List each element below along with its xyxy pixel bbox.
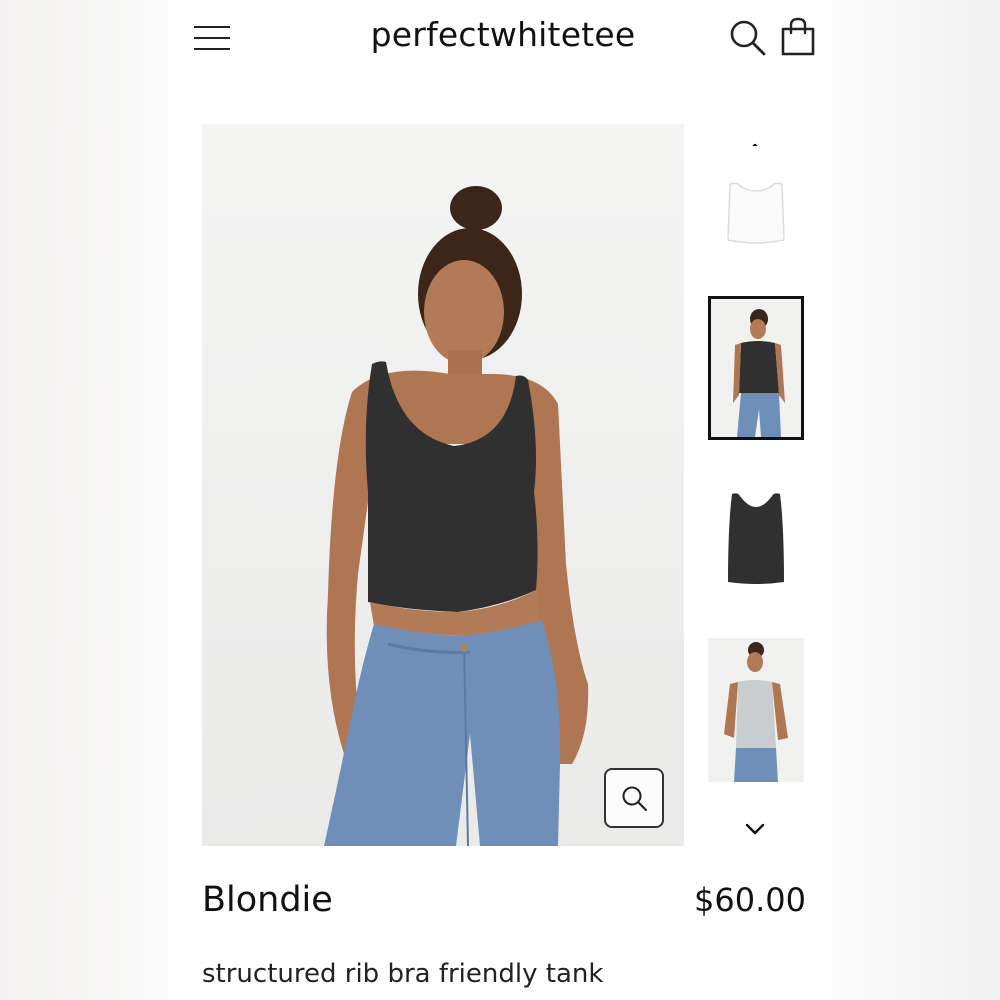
model-photo — [324, 186, 589, 846]
thumbnail-model-grey-tank[interactable] — [708, 638, 804, 782]
search-icon[interactable] — [728, 18, 768, 58]
zoom-icon — [622, 786, 648, 812]
menu-line — [194, 48, 230, 50]
hamburger-menu-icon[interactable] — [192, 22, 232, 54]
black-tank-flat-image — [728, 493, 784, 584]
white-tank-image — [727, 182, 785, 244]
brand-logo[interactable]: perfectwhitetee — [318, 10, 688, 60]
main-product-image[interactable] — [202, 124, 684, 846]
chevron-down-icon[interactable] — [739, 816, 771, 842]
right-backdrop — [832, 0, 1000, 1000]
product-page: perfectwhitetee Blondie $60.00 structure… — [168, 0, 832, 1000]
model-grey-tank-image — [724, 642, 788, 782]
model-black-tank-image — [733, 309, 785, 437]
product-description: structured rib bra friendly tank — [202, 959, 604, 989]
menu-line — [194, 37, 230, 39]
left-backdrop — [0, 0, 168, 1000]
product-name: Blondie — [202, 880, 333, 920]
menu-line — [194, 26, 230, 28]
thumbnail-model-black-tank[interactable] — [708, 296, 804, 440]
product-price: $60.00 — [694, 881, 806, 919]
zoom-button[interactable] — [604, 768, 664, 828]
shopping-bag-icon[interactable] — [778, 16, 818, 58]
thumbnail-black-tank-flat[interactable] — [708, 466, 804, 610]
thumbnail-white-tank[interactable] — [708, 146, 804, 290]
